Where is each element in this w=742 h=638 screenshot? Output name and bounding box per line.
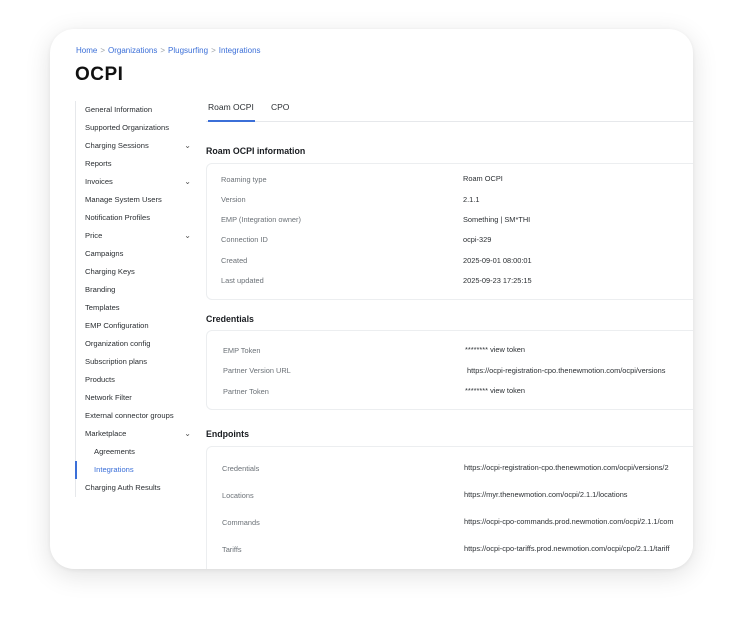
- endpoints-panel: Credentials https://ocpi-registration-cp…: [206, 446, 693, 569]
- chevron-down-icon[interactable]: ⌄: [184, 425, 191, 443]
- info-label: EMP (Integration owner): [221, 215, 301, 224]
- sidebar-item-templates[interactable]: Templates: [76, 299, 195, 317]
- sidebar-item-label: General Information: [85, 105, 153, 114]
- sidebar-item-label: Branding: [85, 285, 116, 294]
- sidebar-item-branding[interactable]: Branding: [76, 281, 195, 299]
- sidebar-item-general-information[interactable]: General Information: [76, 101, 195, 119]
- tab-cpo[interactable]: CPO: [271, 102, 289, 122]
- chevron-down-icon[interactable]: ⌄: [184, 137, 191, 155]
- tab-roam-ocpi[interactable]: Roam OCPI: [208, 102, 255, 122]
- sidebar-item-label: External connector groups: [85, 411, 174, 420]
- endpoint-url: https://ocpi-registration-cpo.thenewmoti…: [464, 463, 669, 472]
- sidebar-nav: General Information Supported Organizati…: [75, 101, 195, 497]
- sidebar-item-manage-system-users[interactable]: Manage System Users: [76, 191, 195, 209]
- info-label: Created: [221, 256, 248, 265]
- view-token-link[interactable]: ******** view token: [465, 386, 525, 395]
- sidebar-item-supported-organizations[interactable]: Supported Organizations: [76, 119, 195, 137]
- main-card: Home > Organizations > Plugsurfing > Integrati…: [50, 29, 693, 569]
- sidebar-item-label: Subscription plans: [85, 357, 148, 366]
- endpoint-label: Tariffs: [222, 545, 242, 554]
- sidebar-item-label: Reports: [85, 159, 112, 168]
- sidebar-item-notification-profiles[interactable]: Notification Profiles: [76, 209, 195, 227]
- sidebar-item-network-filter[interactable]: Network Filter: [76, 389, 195, 407]
- sidebar-item-label: Agreements: [94, 447, 135, 456]
- breadcrumb-home[interactable]: Home: [76, 46, 97, 55]
- breadcrumb-separator: >: [160, 46, 166, 55]
- info-label: Roaming type: [221, 175, 267, 184]
- credentials-section-title: Credentials: [206, 314, 254, 324]
- info-value: Something | SM*THI: [463, 215, 531, 224]
- breadcrumb-separator: >: [100, 46, 106, 55]
- info-panel: Roaming type Roam OCPI Version 2.1.1 EMP…: [206, 163, 693, 300]
- info-label: Last updated: [221, 276, 264, 285]
- sidebar-item-invoices[interactable]: Invoices ⌄: [76, 173, 195, 191]
- info-value: Roam OCPI: [463, 174, 503, 183]
- sidebar-item-label: EMP Configuration: [85, 321, 149, 330]
- sidebar-item-label: Products: [85, 375, 115, 384]
- info-value: 2025-09-01 08:00:01: [463, 256, 532, 265]
- sidebar-item-label: Charging Keys: [85, 267, 135, 276]
- endpoint-label: Commands: [222, 518, 260, 527]
- view-token-link[interactable]: ******** view token: [465, 345, 525, 354]
- credentials-value: https://ocpi-registration-cpo.thenewmoti…: [467, 366, 666, 375]
- info-value: ocpi-329: [463, 235, 492, 244]
- breadcrumb: Home > Organizations > Plugsurfing > Integrati…: [76, 46, 261, 55]
- endpoint-url: https://myr.thenewmotion.com/ocpi/2.1.1/…: [464, 490, 628, 499]
- sidebar-item-charging-sessions[interactable]: Charging Sessions ⌄: [76, 137, 195, 155]
- breadcrumb-integrations[interactable]: Integrations: [219, 46, 261, 55]
- sidebar-item-products[interactable]: Products: [76, 371, 195, 389]
- sidebar-item-label: Templates: [85, 303, 120, 312]
- page-title: OCPI: [75, 64, 124, 85]
- breadcrumb-plugsurfing[interactable]: Plugsurfing: [168, 46, 208, 55]
- info-value: 2.1.1: [463, 195, 480, 204]
- sidebar-item-external-connector-groups[interactable]: External connector groups: [76, 407, 195, 425]
- sidebar-item-organization-config[interactable]: Organization config: [76, 335, 195, 353]
- credentials-panel: EMP Token ******** view token Partner Ve…: [206, 330, 693, 410]
- sidebar-item-agreements[interactable]: Agreements: [76, 443, 195, 461]
- sidebar-item-label: Charging Auth Results: [85, 483, 161, 492]
- sidebar-item-subscription-plans[interactable]: Subscription plans: [76, 353, 195, 371]
- sidebar-item-emp-configuration[interactable]: EMP Configuration: [76, 317, 195, 335]
- sidebar-item-integrations[interactable]: Integrations: [75, 461, 195, 479]
- sidebar-item-campaigns[interactable]: Campaigns: [76, 245, 195, 263]
- credentials-label: Partner Version URL: [223, 366, 291, 375]
- tab-bar: Roam OCPI CPO: [206, 99, 693, 122]
- endpoint-url: https://ocpi-cpo-tariffs.prod.newmotion.…: [464, 544, 670, 553]
- credentials-label: Partner Token: [223, 387, 269, 396]
- sidebar-item-label: Manage System Users: [85, 195, 162, 204]
- info-section-title: Roam OCPI information: [206, 146, 306, 156]
- endpoints-section-title: Endpoints: [206, 429, 250, 439]
- endpoint-label: Credentials: [222, 464, 260, 473]
- sidebar-item-label: Price: [85, 231, 103, 240]
- info-label: Version: [221, 195, 246, 204]
- sidebar-item-label: Integrations: [94, 465, 134, 474]
- sidebar-item-marketplace[interactable]: Marketplace ⌄: [76, 425, 195, 443]
- sidebar-item-label: Network Filter: [85, 393, 132, 402]
- info-label: Connection ID: [221, 235, 268, 244]
- sidebar-item-label: Supported Organizations: [85, 123, 170, 132]
- sidebar-item-price[interactable]: Price ⌄: [76, 227, 195, 245]
- chevron-down-icon[interactable]: ⌄: [184, 227, 191, 245]
- sidebar-item-label: Organization config: [85, 339, 151, 348]
- sidebar-item-label: Invoices: [85, 177, 113, 186]
- credentials-label: EMP Token: [223, 346, 261, 355]
- chevron-down-icon[interactable]: ⌄: [184, 173, 191, 191]
- breadcrumb-separator: >: [211, 46, 216, 55]
- sidebar-item-label: Notification Profiles: [85, 213, 150, 222]
- sidebar-item-label: Campaigns: [85, 249, 124, 258]
- sidebar-item-label: Marketplace: [85, 429, 127, 438]
- sidebar-item-reports[interactable]: Reports: [76, 155, 195, 173]
- endpoint-label: Locations: [222, 491, 254, 500]
- endpoint-url: https://ocpi-cpo-commands.prod.newmotion…: [464, 517, 674, 526]
- breadcrumb-organizations[interactable]: Organizations: [108, 46, 157, 55]
- sidebar-item-label: Charging Sessions: [85, 141, 149, 150]
- sidebar-item-charging-keys[interactable]: Charging Keys: [76, 263, 195, 281]
- info-value: 2025-09-23 17:25:15: [463, 276, 532, 285]
- sidebar-item-charging-auth-results[interactable]: Charging Auth Results: [76, 479, 195, 497]
